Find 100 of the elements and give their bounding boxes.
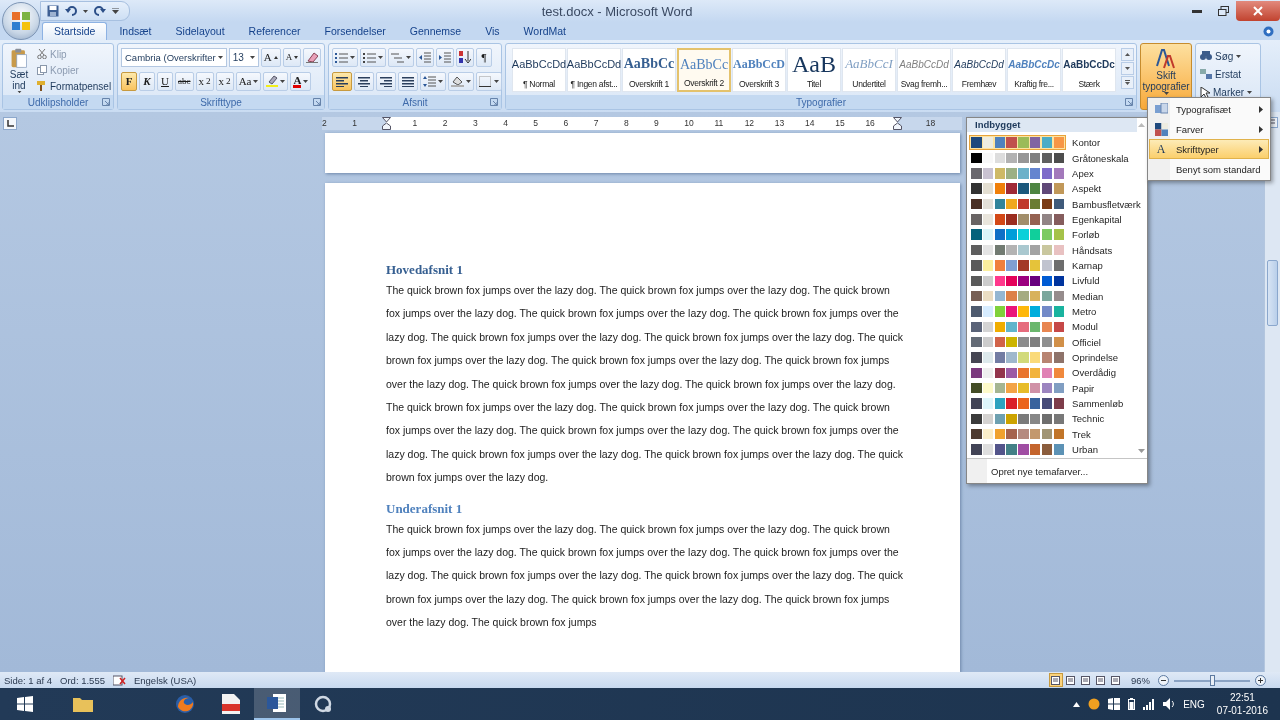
ribbon-tab[interactable]: WordMat — [511, 22, 578, 40]
shrink-font-button[interactable]: A — [282, 47, 302, 67]
menu-item[interactable]: Benyt som standard — [1149, 159, 1269, 179]
grow-font-button[interactable]: A — [260, 47, 281, 67]
style-gallery-item[interactable]: AaBbCc Overskrift 2 — [677, 48, 731, 92]
shading-button[interactable] — [448, 71, 474, 91]
help-icon[interactable] — [1263, 26, 1274, 37]
down-caret-icon[interactable] — [1138, 449, 1145, 453]
clear-formatting-button[interactable] — [303, 47, 322, 67]
font-color-button[interactable]: A — [290, 71, 312, 91]
close-button[interactable] — [1236, 1, 1280, 21]
theme-menu-item[interactable]: Officiel — [967, 334, 1137, 350]
scroll-down-button[interactable] — [1121, 62, 1134, 75]
view-button[interactable] — [1079, 673, 1093, 687]
numbering-button[interactable] — [360, 47, 386, 67]
customize-caret-icon[interactable] — [112, 8, 119, 14]
ribbon-tab[interactable]: Forsendelser — [312, 22, 398, 40]
align-center-button[interactable] — [354, 71, 374, 91]
theme-menu-item[interactable]: Karnap — [967, 257, 1137, 274]
dialog-launcher-icon[interactable] — [1125, 98, 1133, 106]
language-indicator[interactable]: Engelsk (USA) — [133, 674, 197, 686]
ribbon-tab[interactable]: Referencer — [236, 22, 313, 40]
menu-item[interactable]: Farver — [1149, 119, 1269, 139]
font-name-field[interactable]: Cambria (Overskrifter — [121, 47, 227, 67]
dialog-launcher-icon[interactable] — [313, 98, 321, 106]
bold-button[interactable]: F — [121, 71, 137, 91]
theme-menu-item[interactable]: Livfuld — [967, 273, 1137, 289]
zoom-level[interactable]: 96% — [1131, 674, 1150, 686]
redo-icon[interactable] — [94, 5, 106, 17]
style-gallery-item[interactable]: AaBbCcDd Svag fremh... — [897, 48, 951, 92]
ribbon-tab[interactable]: Vis — [473, 22, 512, 40]
show-marks-button[interactable]: ¶ — [476, 47, 492, 67]
view-button[interactable] — [1109, 673, 1123, 687]
style-gallery-item[interactable]: AaBbCcDc Stærk — [1062, 48, 1116, 92]
bullets-button[interactable] — [332, 47, 358, 67]
indent-marker-icon[interactable] — [382, 117, 391, 130]
replace-button[interactable]: Erstat — [1198, 66, 1258, 82]
theme-menu-item[interactable]: Trek — [967, 426, 1137, 442]
tab-selector-button[interactable] — [3, 117, 17, 130]
sort-button[interactable] — [456, 47, 474, 67]
proofing-icon[interactable] — [112, 674, 126, 686]
theme-menu-item[interactable]: Median — [967, 288, 1137, 304]
font-size-field[interactable]: 13 — [228, 47, 259, 67]
style-gallery-item[interactable]: AaBbCcDd Fremhæv — [952, 48, 1006, 92]
taskbar-app[interactable] — [254, 688, 300, 720]
caret-icon[interactable] — [83, 9, 88, 13]
theme-menu-item[interactable]: Egenkapital — [967, 211, 1137, 228]
theme-menu-item[interactable]: Papir — [967, 380, 1137, 396]
style-gallery-item[interactable]: AaB Titel — [787, 48, 841, 92]
view-button[interactable] — [1049, 673, 1063, 687]
vertical-scrollbar[interactable] — [1264, 112, 1280, 672]
theme-menu-item[interactable]: Aspekt — [967, 181, 1137, 197]
zoom-out-icon[interactable] — [1158, 674, 1169, 686]
line-spacing-button[interactable] — [420, 71, 446, 91]
view-button[interactable] — [1064, 673, 1078, 687]
ribbon-tab[interactable]: Gennemse — [397, 22, 474, 40]
battery-icon[interactable] — [1128, 698, 1136, 710]
theme-menu-item[interactable]: Oprindelse — [967, 349, 1137, 366]
style-gallery-item[interactable]: AaBbCcDd ¶ Ingen afst... — [567, 48, 621, 92]
ribbon-tab[interactable]: Startside — [42, 22, 108, 40]
view-button[interactable] — [1094, 673, 1108, 687]
underline-button[interactable]: U — [157, 71, 173, 91]
indent-marker-icon[interactable] — [893, 117, 902, 130]
style-gallery-item[interactable]: AaBbCc Overskrift 1 — [622, 48, 676, 92]
align-left-button[interactable] — [332, 71, 352, 91]
style-gallery-item[interactable]: AaBbCcDd ¶ Normal — [512, 48, 566, 92]
multilevel-list-button[interactable] — [388, 47, 414, 67]
menu-item[interactable]: A Skrifttyper — [1149, 139, 1269, 159]
dialog-launcher-icon[interactable] — [102, 98, 110, 106]
windows-flag-icon[interactable] — [1108, 698, 1121, 710]
style-gallery-item[interactable]: AaBbCcI Undertitel — [842, 48, 896, 92]
zoom-in-icon[interactable] — [1255, 674, 1266, 686]
zoom-slider-thumb[interactable] — [1209, 674, 1215, 686]
clock[interactable]: 22:51 07-01-2016 — [1216, 691, 1268, 717]
input-language[interactable]: ENG — [1183, 698, 1205, 710]
create-theme-colors-item[interactable]: Opret nye temafarver... — [967, 458, 1147, 483]
theme-menu-item[interactable]: Apex — [967, 165, 1137, 182]
ribbon-tab[interactable]: Indsæt — [107, 22, 164, 40]
style-gallery-item[interactable]: AaBbCcDc Kraftig fre... — [1007, 48, 1061, 92]
theme-menu-item[interactable]: Håndsats — [967, 242, 1137, 258]
theme-menu-item[interactable]: Urban — [967, 441, 1137, 458]
theme-menu-item[interactable]: Sammenløb — [967, 395, 1137, 412]
theme-menu-item[interactable]: Forløb — [967, 227, 1137, 243]
signal-icon[interactable] — [1143, 698, 1156, 710]
style-gallery-item[interactable]: AaBbCcD Overskrift 3 — [732, 48, 786, 92]
align-right-button[interactable] — [376, 71, 396, 91]
show-hidden-icons-icon[interactable] — [1073, 701, 1081, 707]
theme-menu-item[interactable]: Technic — [967, 411, 1137, 427]
theme-menu-item[interactable]: Overdådig — [967, 365, 1137, 381]
italic-button[interactable]: K — [139, 71, 155, 91]
office-button[interactable] — [2, 2, 40, 40]
theme-menu-item[interactable]: Gråtoneskala — [967, 150, 1137, 166]
dialog-launcher-icon[interactable] — [490, 98, 498, 106]
save-icon[interactable] — [47, 5, 59, 17]
select-button[interactable]: Marker — [1198, 84, 1258, 100]
format-painter-button[interactable]: Formatpensel — [35, 79, 114, 93]
undo-icon[interactable] — [65, 5, 77, 17]
theme-menu-item[interactable]: Metro — [967, 303, 1137, 320]
more-styles-button[interactable] — [1121, 76, 1134, 89]
align-justify-button[interactable] — [398, 71, 418, 91]
